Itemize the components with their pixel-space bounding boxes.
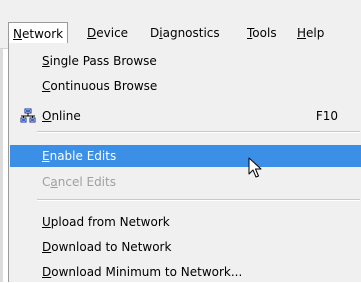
menu-item-single-pass-browse[interactable]: Single Pass Browse bbox=[10, 50, 361, 72]
menu-help-label: elp bbox=[306, 26, 325, 40]
menu-device-mnemonic: D bbox=[87, 26, 97, 40]
menu-item-download-to-network[interactable]: Download to Network bbox=[10, 236, 361, 258]
menu-item-label: Upload from Network bbox=[42, 215, 170, 229]
menu-item-upload-from-network[interactable]: Upload from Network bbox=[10, 211, 361, 233]
menu-network-mnemonic: N bbox=[13, 27, 22, 41]
menu-item-label: Download Minimum to Network... bbox=[42, 265, 243, 279]
menu-item-label: Single Pass Browse bbox=[42, 54, 157, 68]
mouse-pointer-icon bbox=[248, 157, 262, 178]
menu-tools-label: ools bbox=[252, 26, 277, 40]
menu-network[interactable]: Network bbox=[8, 22, 69, 44]
menu-network-label: etwork bbox=[21, 27, 64, 41]
menu-item-online[interactable]: Online F10 bbox=[10, 105, 361, 127]
shortcut-label: F10 bbox=[315, 109, 338, 123]
menu-tools[interactable]: Tools bbox=[243, 22, 281, 44]
window-left-edge bbox=[0, 24, 3, 282]
menu-device[interactable]: Device bbox=[83, 22, 132, 44]
menu-item-cancel-edits: Cancel Edits bbox=[10, 171, 361, 193]
menu-item-enable-edits[interactable]: Enable Edits bbox=[10, 145, 361, 167]
menu-item-label: Enable Edits bbox=[42, 149, 117, 163]
menu-item-continuous-browse[interactable]: Continuous Browse bbox=[10, 75, 361, 97]
menu-separator bbox=[37, 199, 360, 201]
network-icon bbox=[20, 108, 36, 123]
menu-bar: Network Device Diagnostics Tools Help bbox=[0, 0, 361, 49]
menu-item-label: Cancel Edits bbox=[42, 175, 116, 189]
menu-item-download-minimum-to-network[interactable]: Download Minimum to Network... bbox=[10, 261, 361, 283]
network-dropdown-menu: Single Pass Browse Continuous Browse Onl… bbox=[8, 43, 361, 282]
menu-item-label: Download to Network bbox=[42, 240, 172, 254]
menu-diagnostics[interactable]: Diagnostics bbox=[146, 22, 224, 44]
menu-item-label: Continuous Browse bbox=[42, 79, 158, 93]
menu-help-mnemonic: H bbox=[297, 26, 307, 40]
menu-diagnostics-label-pre: D bbox=[150, 26, 160, 40]
menu-diagnostics-label: agnostics bbox=[162, 26, 220, 40]
menu-device-label: evice bbox=[96, 26, 129, 40]
menu-help[interactable]: Help bbox=[293, 22, 328, 44]
menu-item-label: Online bbox=[42, 109, 81, 123]
menu-separator bbox=[37, 131, 360, 133]
